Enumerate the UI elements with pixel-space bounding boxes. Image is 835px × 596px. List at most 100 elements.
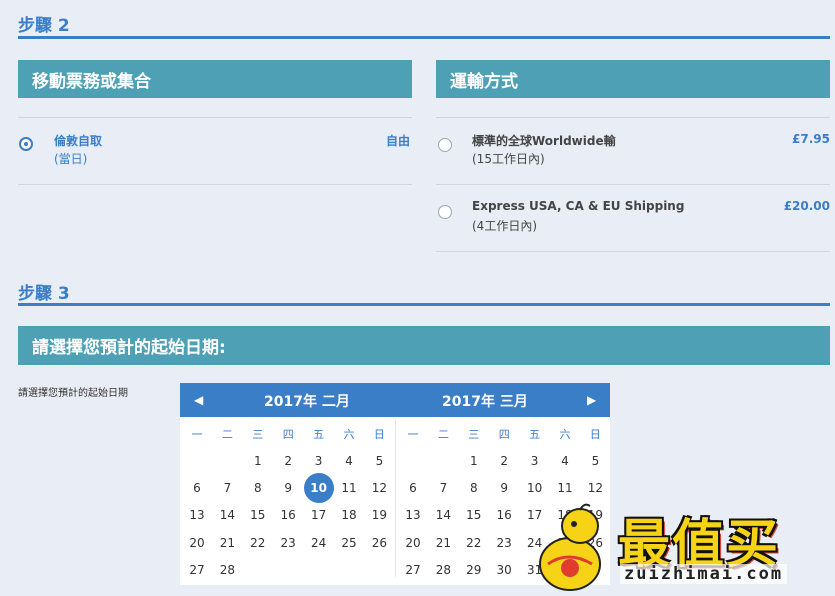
date-cell[interactable]: 6 — [182, 476, 212, 500]
date-cell[interactable]: 9 — [273, 476, 303, 500]
date-cell[interactable]: 23 — [489, 531, 519, 555]
divider — [18, 117, 412, 118]
express-shipping-sub: (4工作日內) — [472, 219, 537, 233]
date-cell[interactable]: 13 — [182, 503, 212, 527]
weekday-header: 一 — [191, 428, 203, 441]
weekday-header: 日 — [373, 428, 385, 441]
date-cell[interactable]: 27 — [398, 558, 428, 582]
date-cell[interactable]: 12 — [580, 476, 610, 500]
date-cell[interactable]: 11 — [550, 476, 580, 500]
date-cell[interactable]: 16 — [489, 503, 519, 527]
step3-title: 步驟 3 — [18, 284, 70, 304]
date-cell[interactable]: 28 — [212, 558, 242, 582]
date-cell[interactable]: 8 — [459, 476, 489, 500]
collection-radio[interactable] — [19, 137, 33, 151]
date-cell[interactable]: 29 — [459, 558, 489, 582]
selected-date-cell[interactable]: 10 — [303, 473, 334, 504]
shipping-panel-header: 運輸方式 — [436, 60, 830, 98]
date-cell[interactable]: 7 — [428, 476, 458, 500]
date-cell[interactable]: 5 — [580, 449, 610, 473]
date-cell[interactable]: 7 — [212, 476, 242, 500]
step3-rule — [18, 303, 830, 306]
weekday-header: 四 — [282, 428, 294, 441]
express-shipping-name[interactable]: Express USA, CA & EU Shipping — [472, 199, 684, 213]
divider — [436, 184, 830, 185]
weekday-header: 五 — [529, 428, 541, 441]
date-cell[interactable]: 3 — [520, 449, 550, 473]
standard-shipping-name[interactable]: 標準的全球Worldwide輸 — [472, 132, 616, 149]
weekday-header: 四 — [498, 428, 510, 441]
date-cell[interactable]: 12 — [364, 476, 394, 500]
divider — [436, 251, 830, 252]
date-cell[interactable]: 17 — [304, 503, 334, 527]
month-title-feb: 2017年 二月 — [264, 394, 350, 410]
step2-title: 步驟 2 — [18, 16, 70, 36]
weekday-header: 一 — [407, 428, 419, 441]
express-shipping-price: £20.00 — [783, 199, 830, 213]
date-cell[interactable]: 11 — [334, 476, 364, 500]
date-cell[interactable]: 16 — [273, 503, 303, 527]
date-cell[interactable]: 21 — [212, 531, 242, 555]
date-cell[interactable]: 8 — [243, 476, 273, 500]
weekday-header: 二 — [437, 428, 449, 441]
date-cell[interactable]: 4 — [334, 449, 364, 473]
date-cell[interactable]: 3 — [304, 449, 334, 473]
prev-month-icon[interactable]: ◀ — [194, 393, 203, 407]
collection-option-sub: (當日) — [54, 152, 88, 166]
date-cell[interactable]: 4 — [550, 449, 580, 473]
standard-shipping-price: £7.95 — [792, 132, 830, 146]
standard-shipping-sub: (15工作日內) — [472, 152, 545, 166]
standard-shipping-radio[interactable] — [438, 138, 452, 152]
date-cell[interactable]: 23 — [273, 531, 303, 555]
date-cell[interactable]: 21 — [428, 531, 458, 555]
date-cell[interactable]: 13 — [398, 503, 428, 527]
date-cell[interactable]: 6 — [398, 476, 428, 500]
date-cell[interactable]: 5 — [364, 449, 394, 473]
weekday-header: 三 — [468, 428, 480, 441]
move-panel-header: 移動票務或集合 — [18, 60, 412, 98]
watermark-en: zuizhimai.com — [620, 564, 788, 584]
weekday-header: 五 — [313, 428, 325, 441]
next-month-icon[interactable]: ▶ — [587, 393, 596, 407]
date-cell[interactable]: 10 — [520, 476, 550, 500]
weekday-header: 六 — [343, 428, 355, 441]
date-cell[interactable]: 2 — [489, 449, 519, 473]
date-picker-header — [180, 383, 610, 417]
date-cell[interactable]: 14 — [428, 503, 458, 527]
date-cell[interactable]: 1 — [459, 449, 489, 473]
express-shipping-radio[interactable] — [438, 205, 452, 219]
date-cell[interactable]: 2 — [273, 449, 303, 473]
weekday-header: 六 — [559, 428, 571, 441]
date-cell[interactable]: 20 — [182, 531, 212, 555]
date-cell[interactable]: 22 — [243, 531, 273, 555]
date-cell[interactable]: 15 — [459, 503, 489, 527]
date-cell[interactable]: 30 — [489, 558, 519, 582]
date-cell[interactable]: 22 — [459, 531, 489, 555]
weekday-header: 二 — [221, 428, 233, 441]
divider — [18, 184, 412, 185]
date-cell[interactable]: 27 — [182, 558, 212, 582]
month-divider — [395, 419, 396, 577]
weekday-header: 日 — [589, 428, 601, 441]
date-cell[interactable]: 18 — [334, 503, 364, 527]
weekday-header: 三 — [252, 428, 264, 441]
date-cell[interactable]: 28 — [428, 558, 458, 582]
date-cell[interactable]: 1 — [243, 449, 273, 473]
divider — [436, 117, 830, 118]
collection-option-name[interactable]: 倫敦自取 — [54, 132, 102, 149]
date-cell[interactable]: 9 — [489, 476, 519, 500]
date-cell[interactable]: 24 — [304, 531, 334, 555]
date-cell[interactable]: 14 — [212, 503, 242, 527]
gourd-mascot-icon — [539, 503, 601, 591]
date-cell[interactable]: 25 — [334, 531, 364, 555]
date-panel-header: 請選擇您預計的起始日期: — [18, 326, 830, 365]
date-cell[interactable]: 20 — [398, 531, 428, 555]
step2-rule — [18, 36, 830, 39]
date-cell[interactable]: 19 — [364, 503, 394, 527]
collection-option-price: 自由 — [385, 134, 410, 148]
date-cell[interactable]: 26 — [364, 531, 394, 555]
month-title-mar: 2017年 三月 — [442, 394, 528, 410]
date-label: 請選擇您預計的起始日期 — [18, 388, 128, 399]
date-cell[interactable]: 15 — [243, 503, 273, 527]
watermark-logo: 最值买 zuizhimai.com — [528, 502, 828, 594]
